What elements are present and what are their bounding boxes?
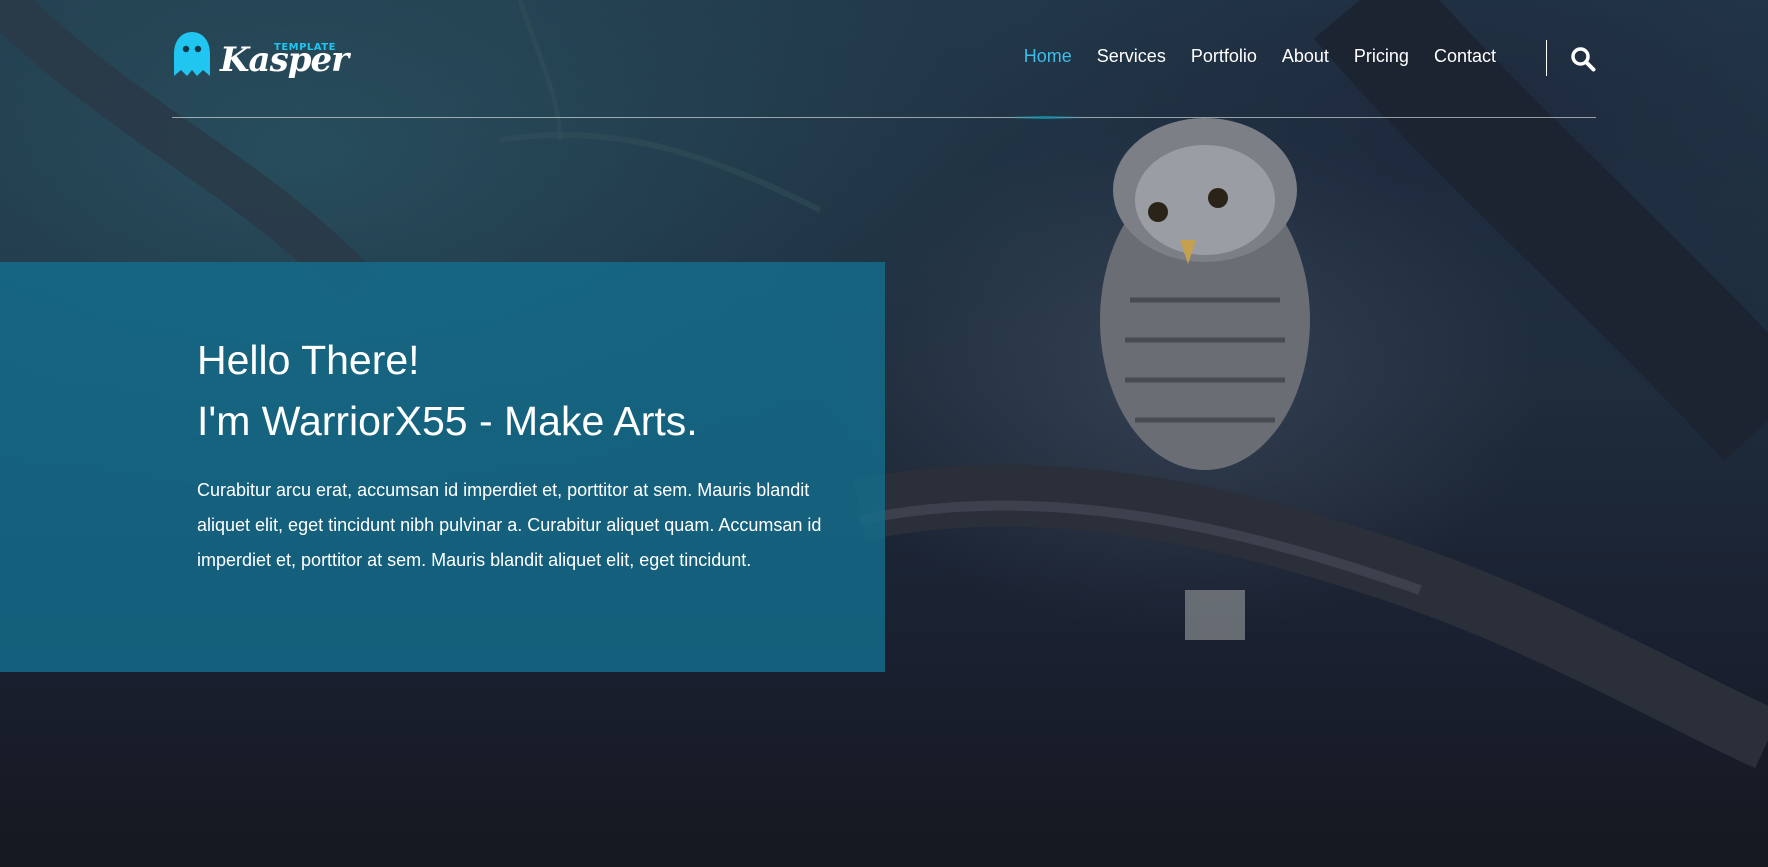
nav-pricing[interactable]: Pricing xyxy=(1354,46,1409,67)
active-nav-indicator xyxy=(1008,116,1082,119)
header-divider xyxy=(172,117,1596,118)
nav-home[interactable]: Home xyxy=(1024,46,1072,67)
hero-title: Hello There! I'm WarriorX55 - Make Arts. xyxy=(197,330,698,452)
main-nav: Home Services Portfolio About Pricing Co… xyxy=(999,46,1496,67)
nav-portfolio[interactable]: Portfolio xyxy=(1191,46,1257,67)
nav-contact[interactable]: Contact xyxy=(1434,46,1496,67)
logo-wordmark: Kasper xyxy=(220,40,349,80)
search-icon[interactable] xyxy=(1570,46,1596,72)
nav-divider xyxy=(1546,40,1547,76)
site-header: TEMPLATE Kasper Home Services Portfolio … xyxy=(172,0,1596,119)
nav-about[interactable]: About xyxy=(1282,46,1329,67)
logo[interactable]: TEMPLATE Kasper xyxy=(172,30,352,80)
hero-title-line1: Hello There! xyxy=(197,337,420,383)
nav-services[interactable]: Services xyxy=(1097,46,1166,67)
hero-title-line2: I'm WarriorX55 - Make Arts. xyxy=(197,398,698,444)
hero-panel xyxy=(0,262,885,672)
hero-text: Curabitur arcu erat, accumsan id imperdi… xyxy=(197,480,822,570)
ghost-icon xyxy=(174,32,210,76)
